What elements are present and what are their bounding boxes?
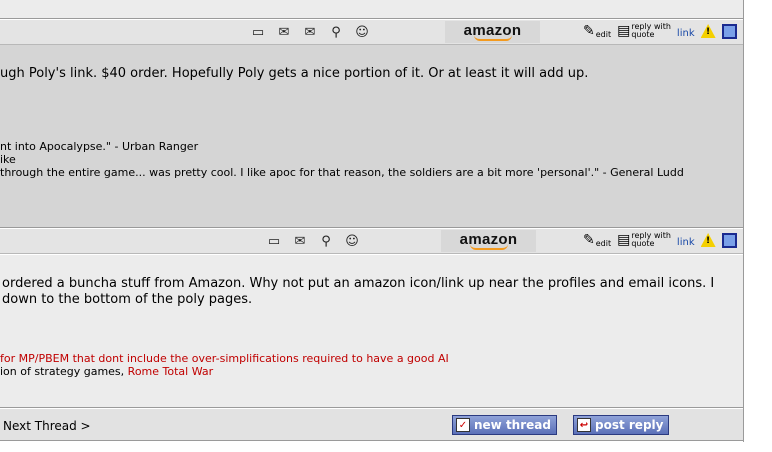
signature-line: ion of strategy games, Rome Total War [0, 365, 214, 378]
report-warning-icon[interactable]: ! [700, 233, 716, 247]
amazon-smile-icon [473, 35, 512, 41]
edit-icon: ✎ [583, 22, 595, 39]
edit-button[interactable]: ✎ edit [583, 22, 611, 39]
thread-frame: ▭ ✉ ✉ ⚲ ☺ amazon ✎ edit ▤ reply with quote … [0, 0, 744, 442]
post-message: ugh Poly's link. $40 order. Hopefully Po… [0, 66, 589, 81]
email-icon[interactable]: ✉ [272, 22, 296, 42]
previous-post-bottom [0, 0, 743, 19]
signature-line: through the entire game... was pretty co… [0, 166, 684, 179]
search-posts-icon[interactable]: ⚲ [324, 22, 348, 42]
edit-button[interactable]: ✎ edit [583, 231, 611, 248]
report-warning-icon[interactable]: ! [700, 24, 716, 38]
amazon-link[interactable]: amazon [445, 21, 540, 43]
private-message-icon[interactable]: ✉ [288, 231, 312, 251]
post-reply-icon: ↩ [577, 418, 591, 432]
amazon-link[interactable]: amazon [441, 230, 536, 252]
permalink[interactable]: link [677, 28, 695, 39]
new-thread-icon: ✓ [456, 418, 470, 432]
post-body-1: ugh Poly's link. $40 order. Hopefully Po… [0, 45, 743, 228]
post-reply-button[interactable]: ↩ post reply [573, 415, 670, 435]
profile-icon[interactable]: ▭ [262, 231, 286, 251]
signature-line: nt into Apocalypse." - Urban Ranger [0, 140, 199, 153]
amazon-smile-icon [469, 244, 508, 250]
thread-footer: Next Thread > ✓ new thread ↩ post reply [0, 409, 743, 441]
buddy-icon[interactable]: ☺ [350, 22, 374, 42]
quote-icon: ▤ [617, 23, 631, 39]
ip-info-icon[interactable] [721, 23, 737, 39]
post-header-1: ▭ ✉ ✉ ⚲ ☺ amazon ✎ edit ▤ reply with quote … [0, 20, 743, 45]
private-message-icon[interactable]: ✉ [298, 22, 322, 42]
post-actions-2: ✎ edit ▤ reply with quote link ! [583, 232, 737, 248]
post-body-2: ordered a buncha stuff from Amazon. Why … [0, 255, 743, 408]
permalink[interactable]: link [677, 237, 695, 248]
post-header-2: ▭ ✉ ⚲ ☺ amazon ✎ edit ▤ reply with quote li… [0, 229, 743, 254]
reply-with-quote-button[interactable]: ▤ reply with quote [617, 23, 671, 39]
profile-icon[interactable]: ▭ [246, 22, 270, 42]
signature-line: for MP/PBEM that dont include the over-s… [0, 352, 449, 365]
post-actions-1: ✎ edit ▤ reply with quote link ! [583, 23, 737, 39]
post-message: down to the bottom of the poly pages. [2, 292, 253, 307]
buddy-icon[interactable]: ☺ [340, 231, 364, 251]
new-thread-button[interactable]: ✓ new thread [452, 415, 557, 435]
profile-tools-1: ▭ ✉ ✉ ⚲ ☺ [246, 22, 374, 42]
edit-icon: ✎ [583, 231, 595, 248]
ip-info-icon[interactable] [721, 232, 737, 248]
signature-link[interactable]: Rome Total War [128, 365, 213, 378]
reply-with-quote-button[interactable]: ▤ reply with quote [617, 232, 671, 248]
profile-tools-2: ▭ ✉ ⚲ ☺ [262, 231, 364, 251]
signature-line: ike [0, 153, 16, 166]
quote-icon: ▤ [617, 232, 631, 248]
search-posts-icon[interactable]: ⚲ [314, 231, 338, 251]
next-thread-link[interactable]: Next Thread > [3, 419, 91, 433]
post-message: ordered a buncha stuff from Amazon. Why … [2, 276, 715, 291]
